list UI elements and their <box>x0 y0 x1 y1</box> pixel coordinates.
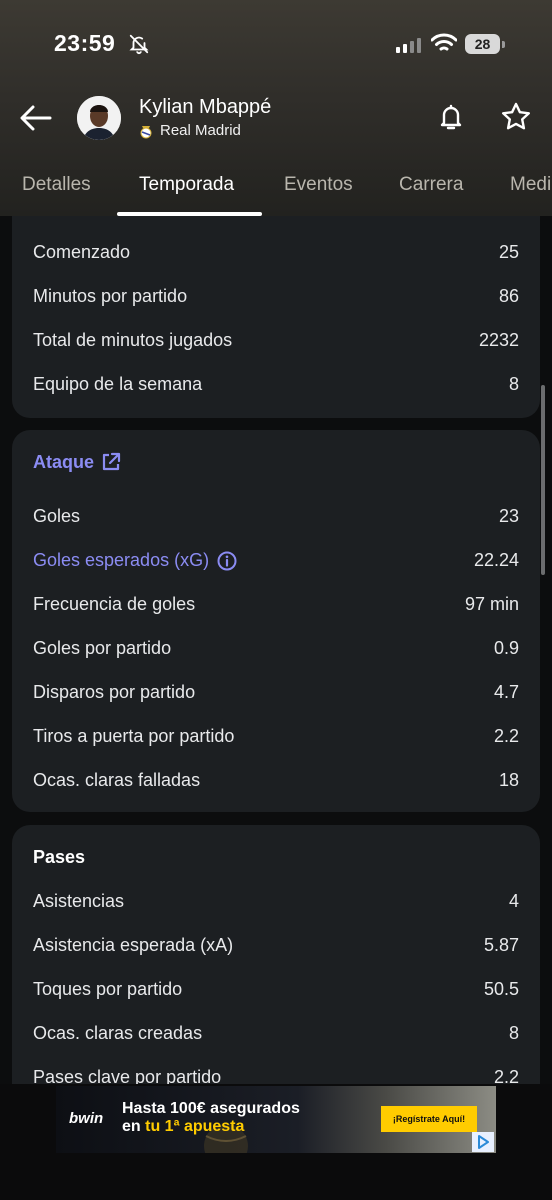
attack-card: Ataque Goles 23 Goles esperados (xG) 22.… <box>12 430 540 812</box>
back-arrow-icon[interactable] <box>18 100 54 136</box>
player-header: 23:59 28 Kylian Mbappé Real Madrid Detal… <box>0 0 552 216</box>
stat-row: Tiros a puerta por partido 2.2 <box>33 722 519 752</box>
ad-brand: bwin <box>69 1110 104 1127</box>
scrollbar[interactable] <box>541 385 545 575</box>
info-icon[interactable] <box>217 551 237 571</box>
stat-value: 50.5 <box>483 979 519 999</box>
cell-signal-icon <box>396 38 421 53</box>
real-madrid-crest-icon <box>140 125 152 138</box>
stat-row: Frecuencia de goles 97 min <box>33 590 519 620</box>
bell-muted-icon <box>129 34 149 55</box>
status-bar: 23:59 28 <box>0 0 552 90</box>
stat-value: 22.24 <box>473 550 519 570</box>
stat-label: Disparos por partido <box>33 682 196 702</box>
stat-row: Goles por partido 0.9 <box>33 634 519 664</box>
stat-label: Asistencia esperada (xA) <box>33 935 234 955</box>
status-time: 23:59 <box>54 30 116 56</box>
stat-value: 8 <box>508 1023 519 1043</box>
stat-label: Ocas. claras falladas <box>33 770 201 790</box>
stat-value: 23 <box>498 506 519 526</box>
tab-temporada[interactable]: Temporada <box>139 174 234 196</box>
attack-title: Ataque <box>33 451 95 472</box>
stat-row: Ocas. claras falladas 18 <box>33 766 519 796</box>
stat-value: 18 <box>498 770 519 790</box>
stat-row: Asistencia esperada (xA) 5.87 <box>33 931 519 961</box>
stat-label: Minutos por partido <box>33 286 188 306</box>
ad-cta-button[interactable]: ¡Regístrate Aquí! <box>381 1106 477 1132</box>
external-link-icon <box>102 452 121 471</box>
appearances-card: Comenzado 25 Minutos por partido 86 Tota… <box>12 216 540 418</box>
attack-title-link[interactable]: Ataque <box>33 451 122 473</box>
stat-label: Goles esperados (xG) <box>33 550 210 570</box>
tab-media[interactable]: Medi <box>510 174 551 196</box>
stat-row: Goles 23 <box>33 502 519 532</box>
battery-level: 28 <box>465 34 500 54</box>
ad-subline-highlight: tu 1ª apuesta <box>145 1118 245 1135</box>
stat-value: 4 <box>508 891 519 911</box>
passes-card: Pases Asistencias 4 Asistencia esperada … <box>12 825 540 1084</box>
stat-row: Pases clave por partido 2.2 <box>33 1063 519 1084</box>
stat-row: Toques por partido 50.5 <box>33 975 519 1005</box>
tab-carrera[interactable]: Carrera <box>399 174 463 196</box>
stat-value: 86 <box>498 286 519 306</box>
stat-value: 2.2 <box>493 726 519 746</box>
stat-label: Ocas. claras creadas <box>33 1023 203 1043</box>
stat-row: Ocas. claras creadas 8 <box>33 1019 519 1049</box>
stat-value: 8 <box>508 374 519 394</box>
player-avatar[interactable] <box>77 96 121 140</box>
stat-value: 2.2 <box>493 1067 519 1084</box>
stat-label: Comenzado <box>33 242 131 262</box>
xg-label-link[interactable]: Goles esperados (xG) <box>33 550 237 571</box>
stat-value: 0.9 <box>493 638 519 658</box>
adchoices-icon[interactable] <box>472 1132 494 1152</box>
stat-label: Tiros a puerta por partido <box>33 726 235 746</box>
stat-row-xg[interactable]: Goles esperados (xG) 22.24 <box>33 546 519 576</box>
stat-value: 4.7 <box>493 682 519 702</box>
tab-detalles[interactable]: Detalles <box>22 174 91 196</box>
stat-label: Equipo de la semana <box>33 374 203 394</box>
tab-eventos[interactable]: Eventos <box>284 174 353 196</box>
stat-label: Goles <box>33 506 81 526</box>
notification-bell-icon[interactable] <box>434 100 468 134</box>
stat-label: Asistencias <box>33 891 125 911</box>
tab-bar: Detalles Temporada Eventos Carrera Medi <box>0 160 552 216</box>
stat-row: Asistencias 4 <box>33 887 519 917</box>
stat-label: Pases clave por partido <box>33 1067 222 1084</box>
ad-subline-prefix: en <box>122 1118 141 1135</box>
ad-container: bwin Hasta 100€ asegurados en tu 1ª apue… <box>0 1084 552 1200</box>
stat-label: Goles por partido <box>33 638 172 658</box>
favorite-star-icon[interactable] <box>499 100 533 134</box>
stat-row: Comenzado 25 <box>33 238 519 268</box>
stat-label: Total de minutos jugados <box>33 330 233 350</box>
stat-value: 25 <box>498 242 519 262</box>
stat-value: 97 min <box>464 594 519 614</box>
battery-icon: 28 <box>465 34 505 54</box>
ad-subline: en tu 1ª apuesta <box>122 1118 244 1136</box>
stat-row: Total de minutos jugados 2232 <box>33 326 519 356</box>
stat-row: Disparos por partido 4.7 <box>33 678 519 708</box>
ad-banner[interactable]: bwin Hasta 100€ asegurados en tu 1ª apue… <box>56 1086 496 1153</box>
player-name: Kylian Mbappé <box>139 96 272 118</box>
club-name: Real Madrid <box>160 122 241 139</box>
stat-label: Frecuencia de goles <box>33 594 196 614</box>
stat-value: 2232 <box>478 330 519 350</box>
stat-value: 5.87 <box>483 935 519 955</box>
stat-row: Minutos por partido 86 <box>33 282 519 312</box>
season-stats-list[interactable]: Comenzado 25 Minutos por partido 86 Tota… <box>0 216 552 1084</box>
stat-row: Equipo de la semana 8 <box>33 370 519 400</box>
ad-headline: Hasta 100€ asegurados <box>122 1100 300 1117</box>
wifi-icon <box>431 33 457 51</box>
club-link[interactable]: Real Madrid <box>139 122 241 139</box>
passes-title: Pases <box>33 847 86 867</box>
stat-label: Toques por partido <box>33 979 183 999</box>
